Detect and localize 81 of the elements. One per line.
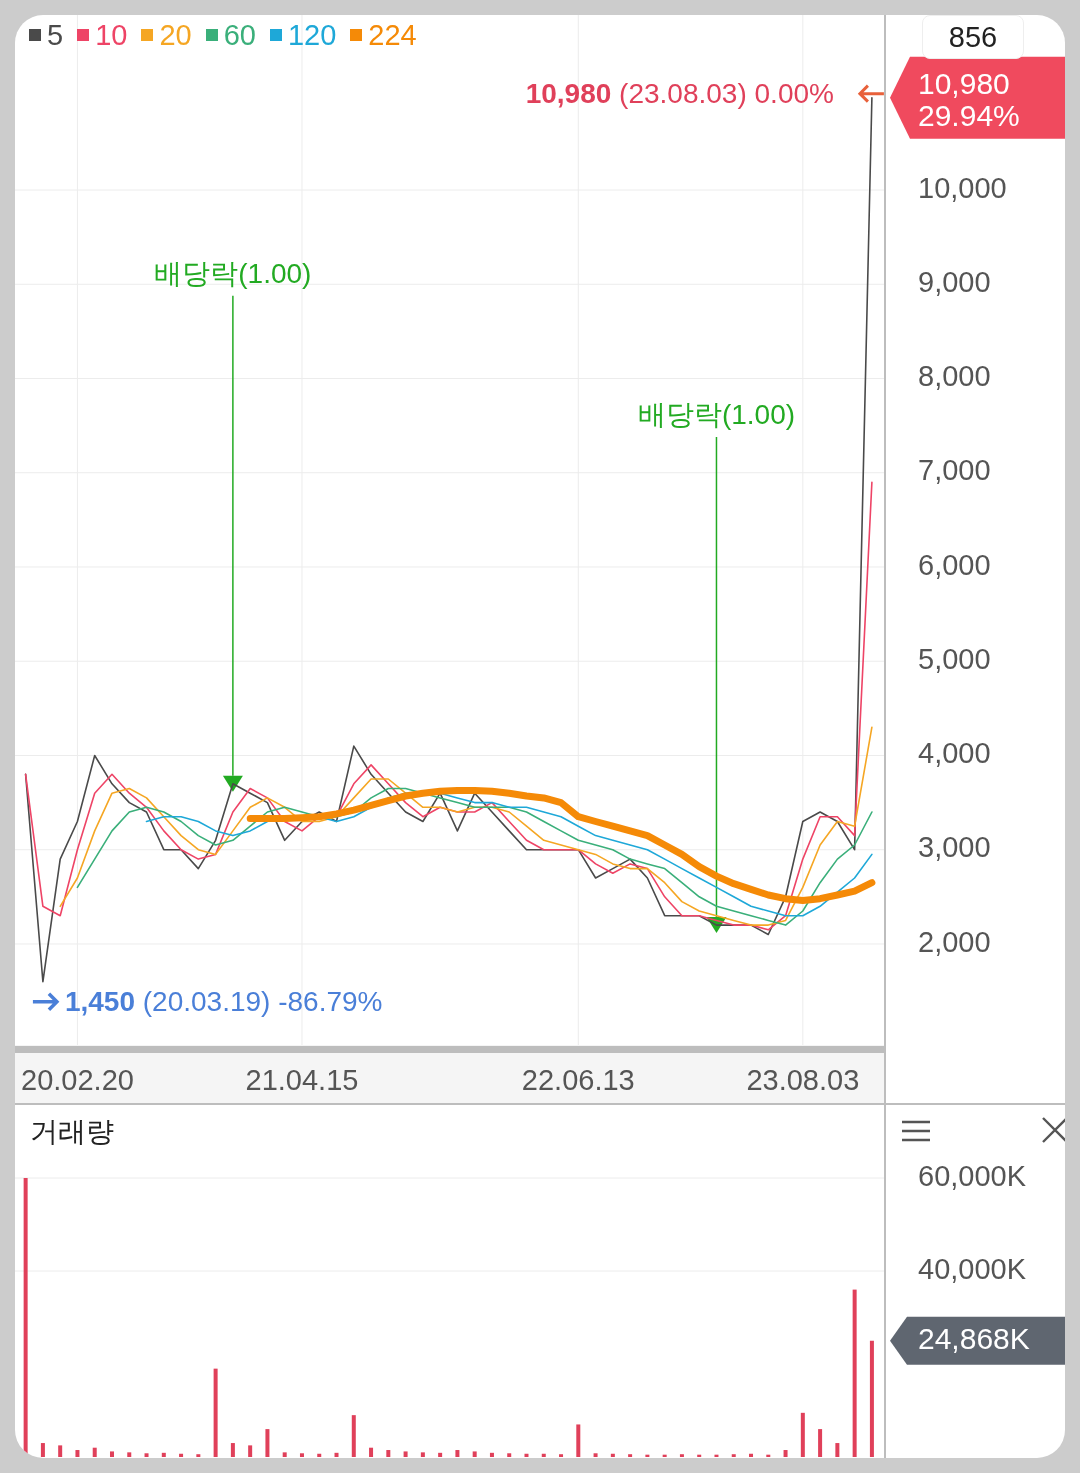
volume-bar [749,1453,753,1457]
volume-bar [144,1453,149,1457]
volume-bar [679,1454,684,1457]
axis-label: 23.08.03 [746,1064,860,1096]
volume-bar [800,1412,805,1457]
volume-bar [196,1454,201,1457]
axis-label: 20.02.20 [21,1064,134,1096]
volume-tag: 24,868K [890,1316,1065,1365]
axis-label: 60,000K [918,1159,1027,1192]
volume-bar [766,1454,771,1457]
volume-bar [455,1450,460,1457]
volume-bar [351,1415,356,1457]
legend-label: 224 [368,18,417,52]
volume-bar [317,1453,322,1457]
volume-bar [835,1443,840,1457]
volume-bar [489,1452,494,1457]
volume-bar [230,1443,235,1457]
volume-bar [75,1450,80,1457]
axis-label: 2,000 [918,925,991,958]
low-price-label: 1,450 (20.03.19) -86.79% [64,984,383,1019]
dividend-label: 배당락(1.00) [637,398,796,433]
volume-bar [524,1453,529,1457]
volume-bar [472,1451,477,1457]
arrow-icon [31,991,60,1012]
volume-bar [783,1450,788,1457]
volume-bar [662,1454,667,1457]
volume-bar [697,1454,702,1457]
volume-bar [559,1454,564,1457]
axis-label: 22.06.13 [521,1064,635,1096]
counter-box[interactable]: 856 [922,15,1024,59]
high-price-label: 10,980 (23.08.03) 0.00% [525,76,834,111]
axis-label: 8,000 [918,360,991,393]
axis-label: 21.04.15 [245,1064,359,1096]
axis-label: 3,000 [918,831,991,864]
volume-bar [576,1424,581,1457]
volume-bar [628,1454,633,1457]
axis-label: 4,000 [918,737,991,770]
volume-bar [593,1453,598,1457]
axis-label: 10,000 [918,171,1007,204]
volume-bar [282,1452,287,1457]
price-tag: 10,980 29.94% [890,56,1065,139]
volume-bar [248,1445,253,1457]
legend-label: 20 [159,18,192,52]
volume-bar [92,1447,97,1457]
volume-bar [645,1454,650,1457]
volume-bar [127,1452,132,1457]
legend-label: 120 [287,18,337,52]
axis-label: 9,000 [918,265,991,298]
volume-bar [161,1452,166,1457]
volume-bar [265,1429,270,1457]
panel-title: 거래량 [30,1115,114,1149]
volume-bar [541,1453,546,1457]
axis-label: 5,000 [918,642,991,675]
volume-bar [299,1453,304,1457]
close-icon[interactable] [1042,1117,1065,1143]
axis-label: 6,000 [918,548,991,581]
menu-icon[interactable] [901,1120,931,1142]
volume-bar [420,1452,425,1457]
legend-label: 10 [95,18,128,52]
volume-bar [334,1452,339,1457]
volume-bar [714,1454,719,1457]
volume-bar [818,1429,823,1457]
arrow-icon [857,84,886,104]
volume-bar [438,1452,443,1457]
legend-label: 60 [223,18,256,52]
volume-bar [369,1447,374,1457]
axis-label: 7,000 [918,454,991,487]
volume-bar [58,1445,63,1457]
volume-bar [179,1453,184,1457]
legend-label: 5 [47,18,64,52]
scrollbar[interactable] [15,1046,884,1053]
volume-bar [386,1450,391,1457]
volume-bar [403,1451,408,1457]
axis-label: 40,000K [918,1252,1027,1285]
volume-bar [40,1443,45,1457]
dividend-label: 배당락(1.00) [154,256,312,291]
volume-bar [507,1453,512,1457]
volume-bar [610,1453,615,1457]
volume-bar [731,1454,736,1457]
volume-bar [110,1451,114,1457]
marker-triangle-icon [706,917,727,934]
